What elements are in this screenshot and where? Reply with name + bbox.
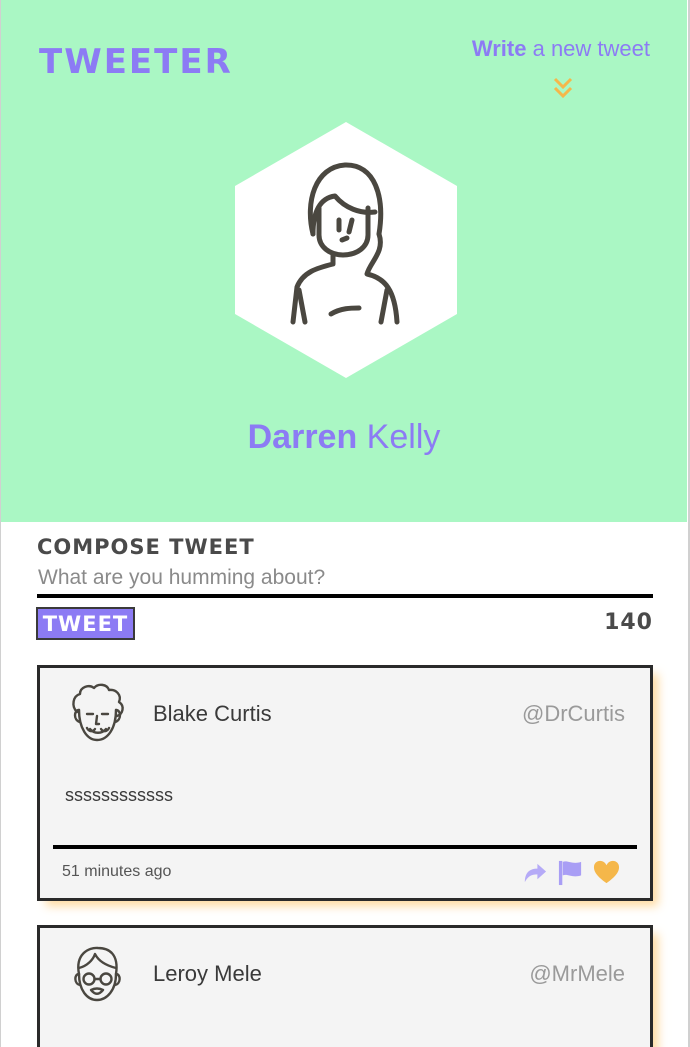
glasses-avatar-icon: [74, 946, 121, 1002]
tweet-divider: [53, 845, 637, 849]
tweet-author-handle[interactable]: @MrMele: [529, 961, 625, 987]
tweet-card: Leroy Mele @MrMele sdfsdfs: [37, 925, 653, 1047]
tweet-timestamp: 51 minutes ago: [62, 863, 172, 880]
tweet-text: ssssssssssss: [65, 785, 173, 805]
char-counter: 140: [604, 610, 653, 635]
compose-input[interactable]: [37, 562, 653, 598]
profile-header: TWEETER Write a new tweet Darren Kelly: [1, 0, 687, 522]
write-link-strong: Write: [471, 36, 527, 61]
write-new-tweet-link[interactable]: Write a new tweet: [472, 36, 650, 62]
compose-title: COMPOSE TWEET: [37, 535, 255, 559]
tweet-author-name[interactable]: Blake Curtis: [153, 701, 272, 727]
tweet-actions: [521, 859, 620, 886]
write-link-rest: a new tweet: [526, 36, 650, 61]
profile-last-name: Kelly: [357, 418, 441, 456]
double-chevron-down-icon[interactable]: [552, 76, 574, 100]
tweet-card: Blake Curtis @DrCurtis ssssssssssss 51 m…: [37, 665, 653, 901]
profile-avatar: [235, 122, 457, 378]
flag-icon[interactable]: [557, 859, 584, 886]
tweet-author-name[interactable]: Leroy Mele: [153, 961, 262, 987]
brand-logo[interactable]: TWEETER: [39, 42, 233, 82]
tweet-button[interactable]: TWEET: [36, 607, 135, 640]
heart-icon[interactable]: [593, 859, 620, 886]
tweet-author-handle[interactable]: @DrCurtis: [522, 701, 625, 727]
curly-hair-avatar-icon: [72, 683, 124, 742]
profile-first-name: Darren: [247, 418, 358, 456]
retweet-icon[interactable]: [521, 859, 548, 886]
profile-name: Darren Kelly: [1, 418, 687, 457]
